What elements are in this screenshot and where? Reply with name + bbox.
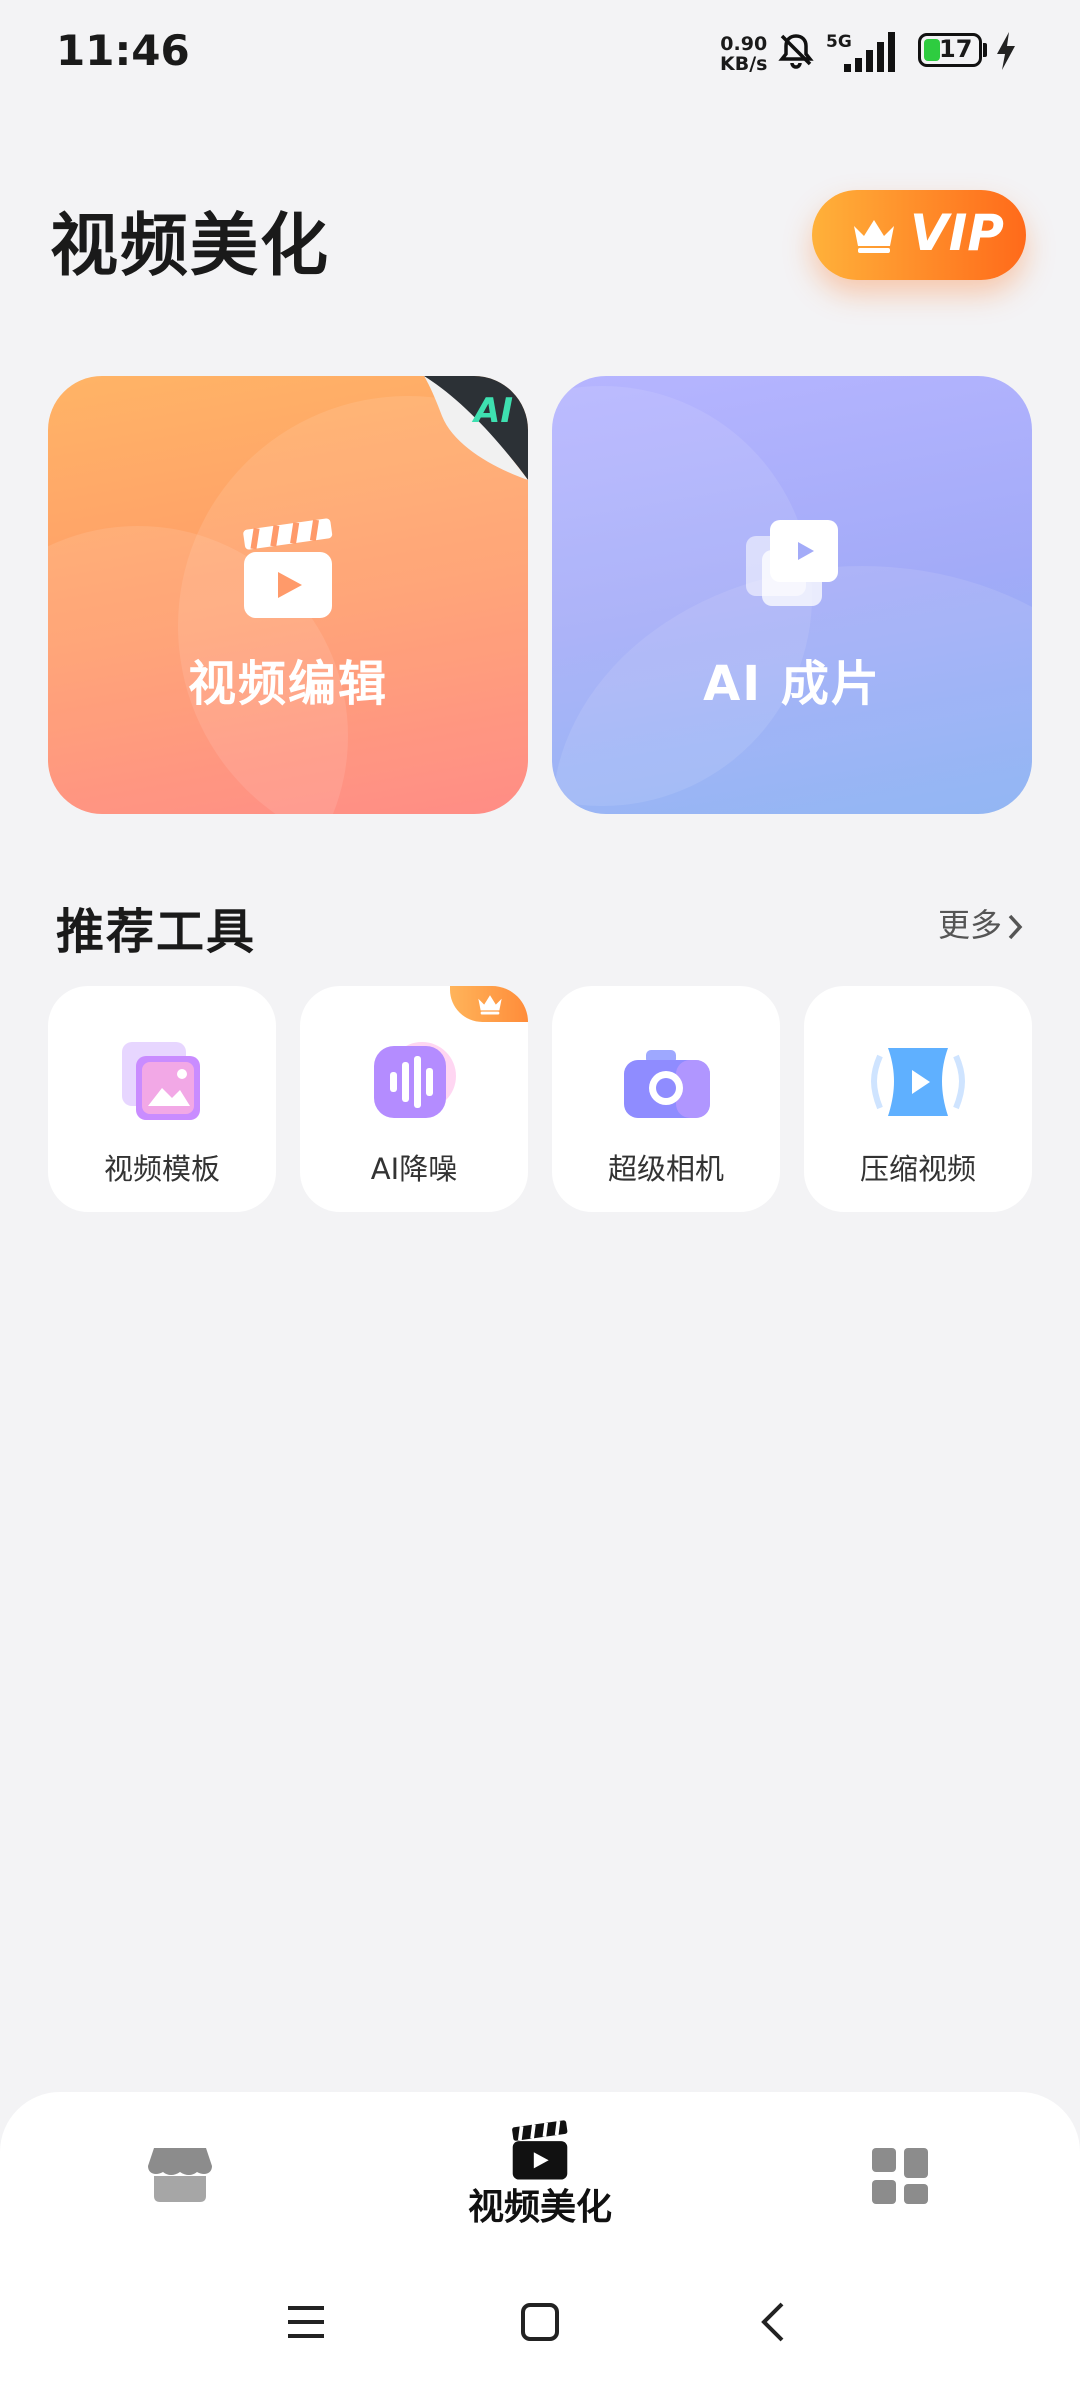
charging-icon bbox=[997, 32, 1015, 70]
vip-tag bbox=[450, 986, 528, 1022]
stacked-play-icon bbox=[746, 520, 838, 606]
section-title: 推荐工具 bbox=[56, 904, 257, 960]
compress-video-icon bbox=[871, 1048, 965, 1116]
vip-button[interactable]: VIP bbox=[812, 190, 1026, 280]
camera-icon bbox=[624, 1050, 710, 1118]
bottom-nav: 视频美化 bbox=[0, 2092, 1080, 2400]
tool-video-template[interactable]: 视频模板 bbox=[48, 986, 276, 1212]
bell-muted-icon bbox=[778, 34, 814, 69]
more-link[interactable]: 更多 bbox=[938, 900, 1024, 946]
page-title: 视频美化 bbox=[50, 207, 331, 286]
clapperboard-icon bbox=[243, 518, 333, 618]
battery-icon: 17 bbox=[918, 33, 982, 67]
status-time: 11:46 bbox=[56, 26, 190, 75]
chevron-right-icon bbox=[1008, 914, 1023, 940]
tool-super-camera[interactable]: 超级相机 bbox=[552, 986, 780, 1212]
menu-icon[interactable] bbox=[284, 2300, 328, 2344]
nav-video-beautify[interactable]: 视频美化 bbox=[440, 2120, 640, 2260]
template-icon bbox=[122, 1042, 200, 1120]
video-edit-card[interactable]: 视频编辑 AI bbox=[48, 376, 528, 814]
ai-video-card[interactable]: AI 成片 bbox=[552, 376, 1032, 814]
tool-compress-video[interactable]: 压缩视频 bbox=[804, 986, 1032, 1212]
ai-badge: AI bbox=[424, 376, 528, 480]
tool-ai-denoise[interactable]: AI降噪 bbox=[300, 986, 528, 1212]
store-icon[interactable] bbox=[146, 2144, 214, 2206]
signal-icon bbox=[844, 32, 895, 72]
back-icon[interactable] bbox=[752, 2300, 796, 2344]
noise-reduction-icon bbox=[374, 1042, 456, 1118]
ai-video-label: AI 成片 bbox=[703, 656, 881, 712]
status-bar: 11:46 0.90 KB/s 5G 17 bbox=[0, 0, 1080, 100]
svg-text:AI: AI bbox=[471, 391, 513, 431]
video-edit-label: 视频编辑 bbox=[187, 656, 388, 712]
home-icon[interactable] bbox=[518, 2300, 562, 2344]
clapperboard-icon bbox=[512, 2120, 568, 2180]
crown-icon bbox=[478, 995, 502, 1015]
crown-icon bbox=[854, 220, 894, 253]
network-speed: 0.90 KB/s bbox=[720, 33, 768, 75]
grid-icon[interactable] bbox=[870, 2146, 930, 2206]
